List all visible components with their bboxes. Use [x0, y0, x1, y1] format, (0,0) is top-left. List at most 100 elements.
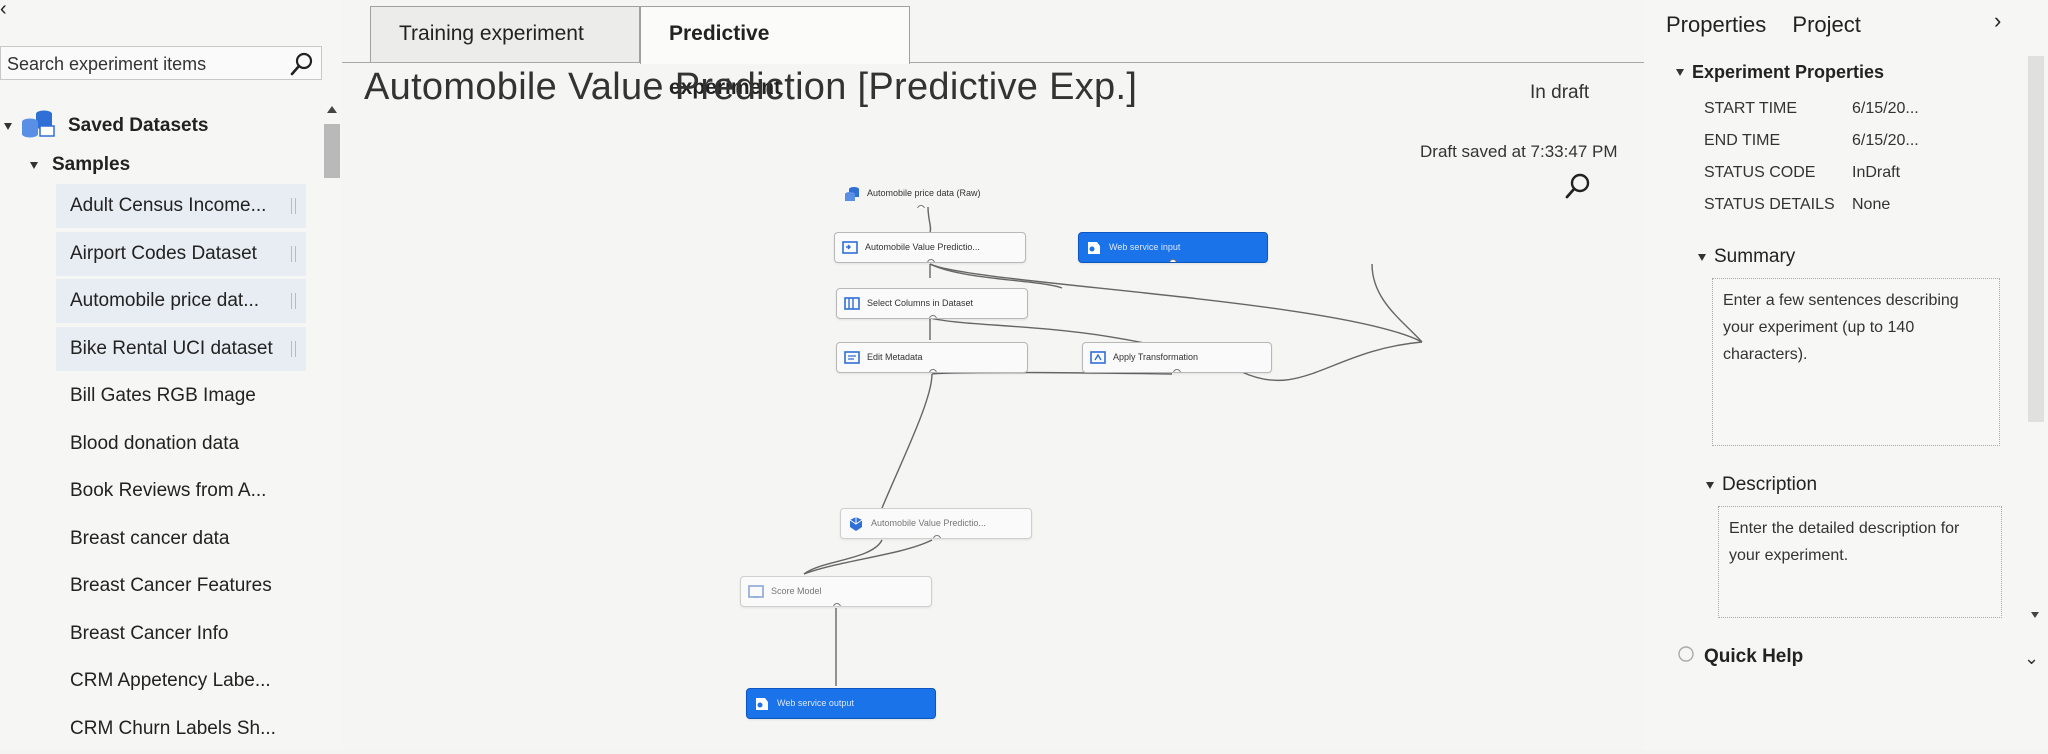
drag-grip-icon[interactable] — [291, 340, 296, 357]
dataset-item[interactable]: Adult Census Income... — [56, 184, 306, 228]
output-port[interactable] — [917, 205, 925, 208]
expand-triangle-icon[interactable] — [1676, 69, 1684, 76]
collapse-right-panel-button[interactable]: › — [1994, 8, 2001, 34]
section-label: Summary — [1714, 246, 1796, 267]
web-service-icon — [754, 695, 770, 711]
node-label: Web service input — [1109, 242, 1181, 252]
expand-triangle-icon[interactable] — [30, 161, 38, 169]
property-key: START TIME — [1704, 100, 1798, 117]
tab-project[interactable]: Project — [1792, 12, 1860, 37]
description-textbox[interactable]: Enter the detailed description for your … — [1718, 506, 2002, 618]
search-icon[interactable] — [289, 51, 315, 82]
dataset-item[interactable]: CRM Churn Labels Sh... — [56, 707, 306, 751]
left-panel: ‹ Saved Datasets Samples — [0, 0, 342, 750]
web-service-icon — [1086, 239, 1102, 255]
dataset-label: Breast Cancer Info — [70, 622, 229, 644]
connector — [927, 206, 932, 233]
property-value: InDraft — [1852, 164, 1901, 181]
dataset-item[interactable]: Automobile price dat... — [56, 279, 306, 323]
node-label: Web service output — [777, 698, 854, 708]
scroll-up-arrow-icon[interactable] — [327, 106, 337, 113]
samples-label: Samples — [52, 154, 131, 175]
saved-datasets-label: Saved Datasets — [68, 115, 209, 136]
search-box — [0, 46, 322, 80]
tree-samples[interactable]: Samples — [30, 154, 130, 176]
scrollbar-track[interactable] — [2028, 56, 2044, 422]
experiment-canvas[interactable]: Training experiment Predictive experimen… — [342, 0, 1644, 750]
property-value: None — [1852, 196, 1891, 213]
node-automobile-value-prediction-top[interactable]: Automobile Value Predictio... — [834, 232, 1026, 263]
node-label: Select Columns in Dataset — [867, 298, 974, 308]
collapse-left-panel-button[interactable]: ‹ — [0, 0, 7, 19]
output-port[interactable] — [1169, 259, 1177, 262]
dataset-item[interactable]: Bill Gates RGB Image — [56, 374, 306, 418]
expand-triangle-icon[interactable] — [4, 122, 12, 130]
node-apply-transformation[interactable]: Apply Transformation — [1082, 342, 1272, 373]
tab-properties[interactable]: Properties — [1666, 12, 1766, 37]
properties-panel: Properties Project › Experiment Properti… — [1644, 0, 2048, 750]
dataset-label: Bike Rental UCI dataset — [70, 337, 273, 359]
dataset-label: CRM Churn Labels Sh... — [70, 717, 276, 739]
node-web-service-input[interactable]: Web service input — [1078, 232, 1268, 263]
node-automobile-price-data[interactable]: Automobile price data (Raw) — [836, 178, 1036, 209]
property-row: STATUS CODE InDraft — [1704, 164, 1900, 182]
dataset-label: Airport Codes Dataset — [70, 242, 257, 264]
node-label: Automobile price data (Raw) — [867, 188, 981, 198]
expand-triangle-icon[interactable] — [1698, 253, 1706, 261]
dataset-item[interactable]: CRM Appetency Labe... — [56, 659, 306, 703]
dataset-item[interactable]: Breast Cancer Features — [56, 564, 306, 608]
dataset-item[interactable]: Bike Rental UCI dataset — [56, 326, 306, 371]
property-key: STATUS DETAILS — [1704, 196, 1835, 213]
summary-header[interactable]: Summary — [1698, 246, 1795, 268]
summary-textbox[interactable]: Enter a few sentences describing your ex… — [1712, 278, 2000, 446]
graph-connectors — [803, 206, 1423, 686]
dataset-label: Adult Census Income... — [70, 195, 267, 216]
output-port[interactable] — [927, 259, 935, 262]
connector — [1371, 263, 1423, 343]
experiment-properties-header[interactable]: Experiment Properties — [1676, 62, 1884, 83]
dataset-item[interactable]: Book Reviews from A... — [56, 469, 306, 513]
property-key: STATUS CODE — [1704, 164, 1816, 181]
expand-triangle-icon[interactable] — [1706, 481, 1714, 489]
property-row: END TIME 6/15/20... — [1704, 132, 1919, 150]
chevron-down-icon[interactable]: ⌄ — [2024, 648, 2039, 669]
node-score-model[interactable]: Score Model — [740, 576, 932, 607]
property-value: 6/15/20... — [1852, 132, 1919, 149]
property-value: 6/15/20... — [1852, 100, 1919, 117]
right-scrollbar[interactable] — [2026, 52, 2046, 622]
drag-grip-icon[interactable] — [291, 198, 296, 214]
node-web-service-output[interactable]: Web service output — [746, 688, 936, 719]
database-icon — [20, 108, 56, 144]
dataset-item[interactable]: Airport Codes Dataset — [56, 231, 306, 276]
node-automobile-value-prediction-bottom[interactable]: Automobile Value Predictio... — [840, 508, 1032, 539]
quick-help-header[interactable]: Quick Help — [1678, 646, 1803, 668]
dataset-item[interactable]: Breast cancer data — [56, 517, 306, 561]
output-port[interactable] — [833, 603, 841, 606]
search-input[interactable] — [5, 52, 289, 76]
quick-help-label: Quick Help — [1704, 646, 1804, 667]
node-label: Automobile Value Predictio... — [865, 242, 980, 252]
node-edit-metadata[interactable]: Edit Metadata — [836, 342, 1028, 373]
dataset-label: Automobile price dat... — [70, 290, 260, 311]
node-label: Automobile Value Predictio... — [871, 518, 986, 528]
drag-grip-icon[interactable] — [291, 293, 296, 309]
transform-icon — [842, 239, 858, 255]
dataset-item[interactable]: Breast Cancer Info — [56, 612, 306, 656]
output-port[interactable] — [929, 315, 937, 318]
output-port[interactable] — [933, 535, 941, 538]
left-scrollbar[interactable] — [322, 100, 342, 750]
dataset-label: Book Reviews from A... — [70, 480, 267, 501]
apply-transformation-icon — [1090, 349, 1106, 365]
output-port[interactable] — [929, 369, 937, 372]
dataset-item[interactable]: Blood donation data — [56, 422, 306, 466]
score-model-icon — [748, 583, 764, 599]
node-select-columns[interactable]: Select Columns in Dataset — [836, 288, 1028, 319]
description-header[interactable]: Description — [1706, 474, 1817, 496]
output-port[interactable] — [1173, 369, 1181, 372]
scroll-down-arrow-icon[interactable] — [2031, 612, 2039, 618]
tree-saved-datasets[interactable]: Saved Datasets — [4, 108, 208, 144]
scrollbar-thumb[interactable] — [324, 124, 340, 178]
help-circle-icon — [1678, 646, 1694, 668]
drag-grip-icon[interactable] — [291, 245, 296, 262]
property-row: STATUS DETAILS None — [1704, 196, 1890, 214]
